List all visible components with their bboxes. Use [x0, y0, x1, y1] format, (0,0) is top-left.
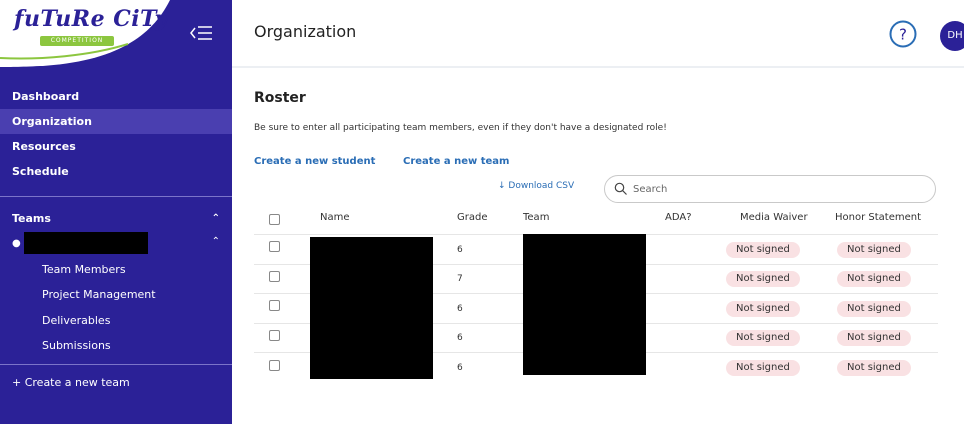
grade-cell: 7 [457, 274, 463, 284]
page-header: Organization ? DH [232, 0, 964, 68]
search-box[interactable] [604, 175, 936, 203]
create-team-link[interactable]: Create a new team [403, 156, 509, 167]
sidebar-divider [0, 364, 232, 365]
nav-schedule[interactable]: Schedule [0, 159, 232, 184]
media-waiver-badge: Not signed [726, 360, 800, 376]
redacted-student-names [310, 237, 433, 379]
nav-dashboard[interactable]: Dashboard [0, 84, 232, 109]
search-input[interactable] [633, 180, 923, 198]
media-waiver-badge: Not signed [726, 301, 800, 317]
honor-statement-badge: Not signed [837, 330, 911, 346]
question-circle-icon[interactable]: ? [889, 20, 917, 48]
chevron-up-icon: ⌃ [211, 236, 220, 247]
search-icon [614, 182, 627, 195]
column-header-grade[interactable]: Grade [457, 212, 488, 223]
roster-help-text: Be sure to enter all participating team … [254, 123, 667, 133]
sidebar: fuTuRe CiTy COMPETITION Dashboard Organi… [0, 0, 232, 424]
team-item[interactable]: ● ⌃ [0, 232, 232, 254]
row-checkbox[interactable] [269, 330, 280, 341]
collapse-menu-icon[interactable] [188, 22, 214, 44]
row-checkbox[interactable] [269, 360, 280, 371]
team-sub-item-project-management[interactable]: Project Management [42, 288, 156, 301]
chevron-up-icon: ⌃ [211, 213, 220, 224]
grade-cell: 6 [457, 333, 463, 343]
nav-resources[interactable]: Resources [0, 134, 232, 159]
row-checkbox[interactable] [269, 241, 280, 252]
team-sub-item-members[interactable]: Team Members [42, 263, 126, 276]
column-header-name[interactable]: Name [320, 212, 350, 223]
row-checkbox[interactable] [269, 300, 280, 311]
media-waiver-badge: Not signed [726, 271, 800, 287]
column-header-ada[interactable]: ADA? [665, 212, 692, 223]
team-sub-item-deliverables[interactable]: Deliverables [42, 314, 110, 327]
column-header-honor-statement[interactable]: Honor Statement [835, 212, 921, 223]
logo-area: fuTuRe CiTy COMPETITION [0, 0, 232, 68]
column-header-team[interactable]: Team [523, 212, 549, 223]
teams-section-header[interactable]: Teams ⌃ [0, 208, 232, 230]
column-header-media-waiver[interactable]: Media Waiver [740, 212, 808, 223]
honor-statement-badge: Not signed [837, 242, 911, 258]
row-checkbox[interactable] [269, 271, 280, 282]
honor-statement-badge: Not signed [837, 301, 911, 317]
main-nav: Dashboard Organization Resources Schedul… [0, 84, 232, 184]
bullet-icon: ● [12, 238, 21, 249]
select-all-checkbox[interactable] [269, 214, 280, 225]
page-title: Organization [254, 22, 357, 41]
sidebar-divider [0, 196, 232, 197]
create-team-link[interactable]: + Create a new team [12, 376, 130, 389]
logo-subtitle: COMPETITION [40, 36, 114, 46]
grade-cell: 6 [457, 304, 463, 314]
create-student-link[interactable]: Create a new student [254, 156, 375, 167]
redacted-team-name [24, 232, 148, 254]
logo: fuTuRe CiTy [14, 6, 168, 32]
honor-statement-badge: Not signed [837, 271, 911, 287]
redacted-team-names [523, 234, 646, 375]
grade-cell: 6 [457, 245, 463, 255]
teams-label: Teams [12, 212, 51, 225]
honor-statement-badge: Not signed [837, 360, 911, 376]
svg-text:?: ? [899, 26, 907, 44]
download-csv-link[interactable]: ↓ Download CSV [498, 181, 574, 191]
section-title: Roster [254, 90, 306, 106]
team-sub-item-submissions[interactable]: Submissions [42, 339, 111, 352]
media-waiver-badge: Not signed [726, 330, 800, 346]
grade-cell: 6 [457, 363, 463, 373]
media-waiver-badge: Not signed [726, 242, 800, 258]
avatar[interactable]: DH [940, 21, 964, 51]
nav-organization[interactable]: Organization [0, 109, 232, 134]
